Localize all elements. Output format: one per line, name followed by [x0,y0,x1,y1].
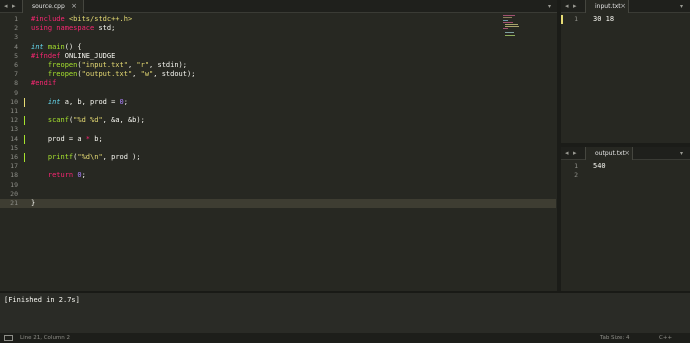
line-number: 15 [10,143,18,152]
nav-left-icon[interactable]: ◂ [4,2,8,11]
line-number: 9 [14,88,18,97]
tab-label: source.cpp [32,3,65,10]
cursor-position: Line 21, Column 2 [20,335,71,341]
modified-marker [24,134,25,144]
line-number: 4 [14,42,18,51]
modified-marker [24,116,25,126]
tab-source-cpp[interactable]: source.cpp × [22,0,84,13]
line-number: 5 [14,51,18,60]
nav-right-icon[interactable]: ▸ [12,2,16,11]
build-result-text: [Finished in 2.7s] [4,296,80,304]
code-line: return 0; [47,171,86,180]
tab-size[interactable]: Tab Size: 4 [600,333,629,343]
line-number: 6 [14,61,18,69]
line-number: 13 [10,125,18,134]
code-line: scanf("%d %d", &a, &b); [47,116,145,125]
line-number: 2 [14,24,18,33]
line-number: 21 [10,199,18,207]
line-number: 18 [10,171,18,180]
code-line: printf("%d\n", prod ); [47,153,141,161]
line-number: 1 [574,162,578,170]
minimap-line [505,24,518,25]
code-line: prod = a * b; [31,134,103,143]
editor-tabbar: ◂ ▸ source.cpp × ▾ [0,0,558,13]
line-number: 7 [14,70,18,79]
code-line: #endif [31,79,57,88]
minimap-line [505,32,514,33]
sublime-window: ◂ ▸ source.cpp × ▾ 1 #include <bits/stdc+… [0,0,690,343]
modified-marker [24,97,25,107]
minimap-line [505,35,515,36]
tab-label: output.txt [595,150,625,157]
line-number: 1 [14,15,18,23]
tab-input-txt[interactable]: input.txt × [585,0,629,13]
code-line: int a, b, prod = 0; [47,97,128,106]
line-number: 11 [10,107,18,115]
minimap-line [503,20,508,21]
code-line: #ifndef ONLINE_JUDGE [31,51,116,60]
minimap-line [503,15,515,16]
code-line: using namespace std; [31,24,116,33]
line-number: 16 [10,153,18,161]
output-tabbar: ◂ ▸ output.txt × ▾ [561,147,690,160]
minimap-line [503,22,513,23]
minimap-line [503,17,512,18]
nav-right-icon[interactable]: ▸ [573,149,577,158]
tab-label: input.txt [595,3,621,10]
input-editor[interactable]: 1 30 18 [561,14,690,144]
build-output-panel[interactable]: [Finished in 2.7s] [0,291,690,333]
line-number: 10 [10,97,18,106]
chevron-down-icon[interactable]: ▾ [548,2,551,11]
panel-toggle-icon[interactable] [4,335,13,341]
code-line: freopen("input.txt", "r", stdin); [47,61,187,69]
current-line-highlight [0,199,556,209]
chevron-down-icon[interactable]: ▾ [680,2,683,11]
line-number: 20 [10,189,18,198]
input-tabbar: ◂ ▸ input.txt × ▾ [561,0,690,13]
line-number: 19 [10,180,18,189]
code-line: } [31,199,36,207]
code-line: int main() { [31,42,82,51]
line-number: 8 [14,79,18,88]
line-number: 1 [574,15,578,23]
minimap[interactable] [503,15,519,37]
nav-left-icon[interactable]: ◂ [565,149,569,158]
line-number: 2 [574,171,578,179]
syntax-selector[interactable]: C++ [659,333,672,343]
code-line: 30 18 [593,15,615,23]
output-editor[interactable]: 1 540 2 [561,161,690,291]
modified-marker [24,153,25,163]
line-number: 14 [10,134,18,143]
line-number: 17 [10,162,18,171]
close-icon[interactable]: × [624,147,630,160]
nav-left-icon[interactable]: ◂ [565,2,569,11]
close-icon[interactable]: × [620,0,626,13]
chevron-down-icon[interactable]: ▾ [680,149,683,158]
minimap-line [505,26,519,27]
code-editor[interactable]: 1 #include <bits/stdc++.h> 2 using namespac… [0,14,556,290]
nav-right-icon[interactable]: ▸ [573,2,577,11]
code-line: #include <bits/stdc++.h> [31,15,133,23]
tab-output-txt[interactable]: output.txt × [585,147,633,160]
line-number: 3 [14,33,18,42]
code-line: 540 [593,162,606,170]
minimap-line [503,28,508,29]
code-line: freopen("output.txt", "w", stdout); [47,70,196,79]
line-number: 12 [10,116,18,125]
status-bar: Line 21, Column 2 Tab Size: 4 C++ [0,333,690,343]
close-icon[interactable]: × [71,0,77,13]
